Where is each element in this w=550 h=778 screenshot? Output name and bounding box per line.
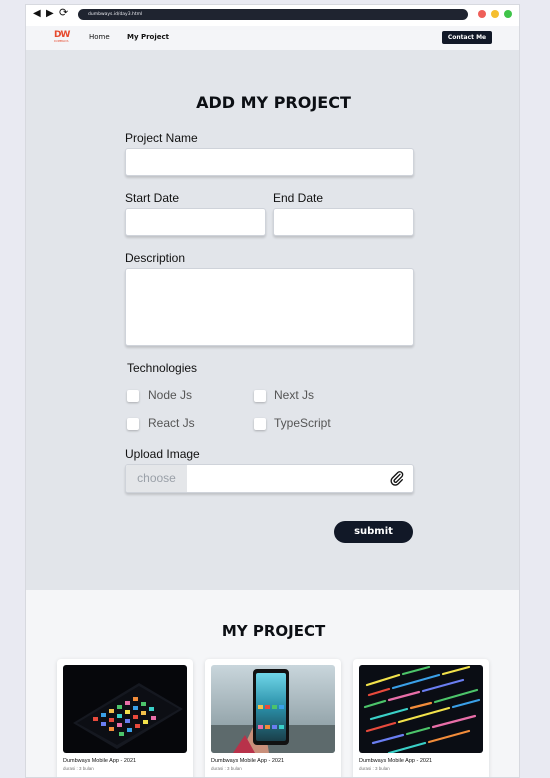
close-window-dot[interactable] <box>478 10 486 18</box>
add-project-form: ADD MY PROJECT Project Name Start Date E… <box>26 50 519 590</box>
reload-icon[interactable]: ⟳ <box>59 7 68 19</box>
description-label: Description <box>125 251 186 265</box>
address-bar[interactable]: dumbways.id/day3.html <box>78 9 468 20</box>
project-card-duration: durasi : 3 bulan <box>211 766 242 771</box>
upload-image-input[interactable]: choose <box>125 464 414 493</box>
logo-text: DW <box>54 30 70 40</box>
browser-toolbar: ◀ ▶ ⟳ dumbways.id/day3.html <box>26 5 519 25</box>
choose-file-button[interactable]: choose <box>126 465 187 492</box>
project-card[interactable]: Dumbways Mobile App - 2021 durasi : 3 bu… <box>205 659 341 777</box>
contact-me-button[interactable]: Contact Me <box>442 31 492 44</box>
project-card-title: Dumbways Mobile App - 2021 <box>359 758 433 764</box>
typescript-label: TypeScript <box>274 416 331 430</box>
react-js-checkbox[interactable] <box>127 418 139 430</box>
node-js-checkbox[interactable] <box>127 390 139 402</box>
node-js-label: Node Js <box>148 388 193 402</box>
upload-image-label: Upload Image <box>125 447 200 461</box>
typescript-checkbox[interactable] <box>254 418 266 430</box>
browser-window: ◀ ▶ ⟳ dumbways.id/day3.html DW DUMBWAYS … <box>25 4 520 778</box>
form-title: ADD MY PROJECT <box>196 93 351 112</box>
nav-link-home[interactable]: Home <box>89 33 110 41</box>
project-name-input[interactable] <box>125 148 414 176</box>
submit-button[interactable]: submit <box>334 521 413 543</box>
start-date-input[interactable] <box>125 208 266 236</box>
logo-subtext: DUMBWAYS <box>54 40 69 43</box>
project-card-title: Dumbways Mobile App - 2021 <box>63 758 137 764</box>
start-date-label: Start Date <box>125 191 180 205</box>
hand-holding-phone-photo <box>211 665 335 753</box>
minimize-window-dot[interactable] <box>491 10 499 18</box>
forward-arrow-icon[interactable]: ▶ <box>46 8 54 20</box>
paperclip-icon <box>390 471 404 486</box>
nav-link-my-project[interactable]: My Project <box>127 33 169 41</box>
react-js-label: React Js <box>148 416 195 430</box>
end-date-label: End Date <box>273 191 324 205</box>
navbar: DW DUMBWAYS Home My Project Contact Me <box>26 26 519 50</box>
description-textarea[interactable] <box>125 268 414 346</box>
technologies-label: Technologies <box>127 361 198 375</box>
maximize-window-dot[interactable] <box>504 10 512 18</box>
code-screen-photo <box>359 665 483 753</box>
my-project-section: MY PROJECT Dumbways Mobile App - 2021 du… <box>26 590 519 777</box>
project-name-label: Project Name <box>125 131 198 145</box>
next-js-checkbox[interactable] <box>254 390 266 402</box>
smartphone-apps-photo <box>63 665 187 753</box>
dumbways-logo[interactable]: DW DUMBWAYS <box>54 31 70 45</box>
project-card-duration: durasi : 3 bulan <box>359 766 390 771</box>
project-card[interactable]: Dumbways Mobile App - 2021 durasi : 3 bu… <box>57 659 193 777</box>
project-card-title: Dumbways Mobile App - 2021 <box>211 758 285 764</box>
project-card[interactable]: Dumbways Mobile App - 2021 durasi : 3 bu… <box>353 659 489 777</box>
end-date-input[interactable] <box>273 208 414 236</box>
next-js-label: Next Js <box>274 388 315 402</box>
back-arrow-icon[interactable]: ◀ <box>33 8 41 20</box>
project-card-duration: durasi : 3 bulan <box>63 766 94 771</box>
my-project-title: MY PROJECT <box>221 622 326 640</box>
